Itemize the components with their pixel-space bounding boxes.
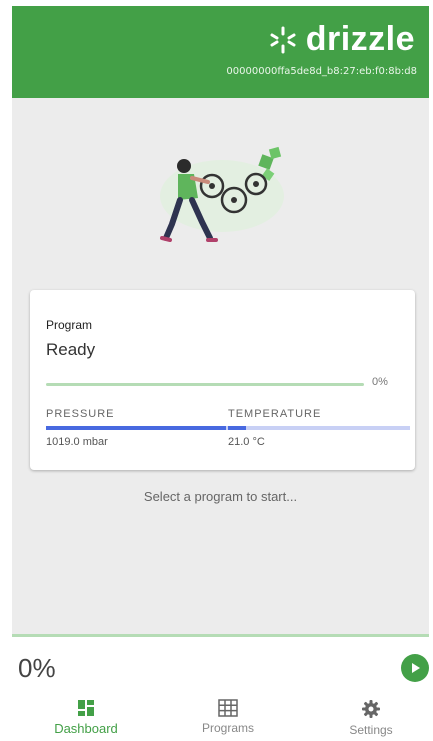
device-id: 00000000ffa5de8d_b8:27:eb:f0:8b:d8 [226,66,417,77]
nav-dashboard[interactable]: Dashboard [26,699,146,741]
pressure-bar [46,426,228,430]
program-progress-bar [46,383,364,386]
nav-settings-label: Settings [349,723,393,737]
sparkle-logo-icon [270,26,296,53]
pressure-bar-fill [46,426,227,430]
nav-programs[interactable]: Programs [168,699,288,741]
program-card: Program Ready 0% PRESSURE 1019.0 mbar TE… [30,290,415,470]
gear-icon [362,700,380,718]
program-status: Ready [46,340,96,359]
pressure-value: 1019.0 mbar [46,436,108,448]
nav-programs-label: Programs [201,721,254,735]
app-header: drizzle 00000000ffa5de8d_b8:27:eb:f0:8b:… [12,6,429,98]
temperature-bar [228,426,410,430]
play-icon [412,663,420,673]
grid-icon [218,699,238,717]
start-program-button[interactable] [401,654,429,682]
temperature-bar-fill [228,426,247,430]
overall-progress-label: 0% [18,653,56,683]
app-screen: drizzle 00000000ffa5de8d_b8:27:eb:f0:8b:… [12,6,429,741]
temperature-label: TEMPERATURE [228,408,322,420]
nav-dashboard-label: Dashboard [54,721,118,736]
dashboard-icon [78,700,94,716]
bottom-panel: 0% Dashboard Programs Settings [12,634,429,741]
brand-logo: drizzle [268,20,415,59]
nav-settings[interactable]: Settings [311,699,429,741]
pressure-label: PRESSURE [46,408,115,420]
program-label: Program [46,318,93,332]
program-progress-label: 0% [372,376,388,388]
brand-name: drizzle [305,20,415,58]
temperature-value: 21.0 °C [228,436,265,448]
bottom-navigation: Dashboard Programs Settings [12,699,429,741]
start-hint: Select a program to start... [143,489,298,504]
gears-illustration [160,146,284,242]
